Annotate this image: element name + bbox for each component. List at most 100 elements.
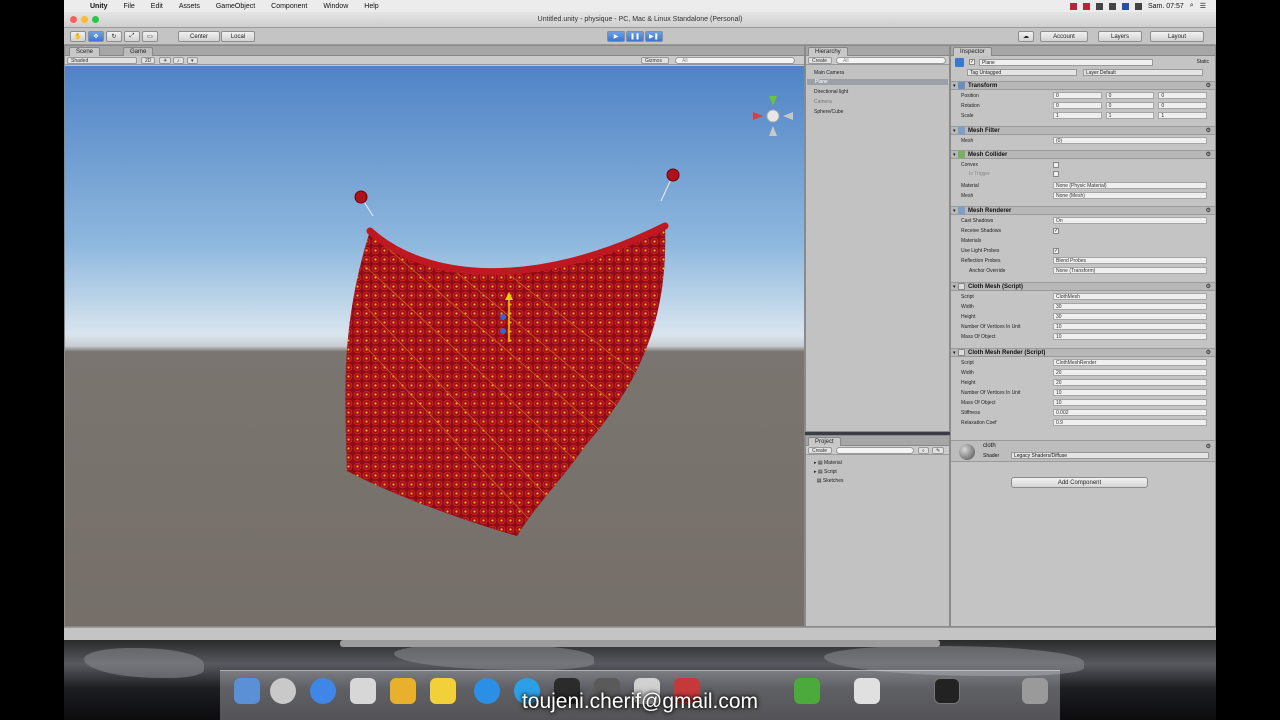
hierarchy-item-main-camera[interactable]: Main Camera	[814, 70, 844, 76]
filter-label-icon[interactable]: ✎	[932, 447, 945, 454]
position-z-field[interactable]: 0	[1158, 92, 1208, 99]
recording-icon[interactable]	[1069, 2, 1077, 10]
hierarchy-item-sphere-cube[interactable]: Sphere/Cube	[814, 109, 843, 115]
rotation-x-field[interactable]: 0	[1053, 102, 1102, 109]
shader-dropdown[interactable]: Legacy Shaders/Diffuse	[1011, 452, 1209, 459]
tab-project[interactable]: Project	[808, 437, 841, 446]
tag-dropdown[interactable]: Tag Untagged	[967, 68, 1077, 76]
anchor-override-field[interactable]: None (Transform)	[1053, 267, 1207, 274]
scale-z-field[interactable]: 1	[1158, 112, 1208, 119]
render-script-field[interactable]: ClothMeshRender	[1053, 359, 1207, 366]
account-dropdown[interactable]: Account	[1040, 31, 1088, 42]
notification-list-icon[interactable]: ☰	[1200, 2, 1206, 10]
tab-game[interactable]: Game	[123, 47, 154, 56]
filter-type-icon[interactable]: ⌕	[918, 447, 929, 454]
orientation-gizmo[interactable]	[753, 96, 793, 136]
menu-window[interactable]: Window	[315, 3, 356, 10]
scene-search-input[interactable]: All	[675, 57, 795, 64]
rotation-y-field[interactable]: 0	[1105, 102, 1155, 109]
mesh-filter-header[interactable]: ▾ Mesh Filter ⚙	[951, 126, 1215, 135]
collapse-arrow-icon[interactable]: ▾	[951, 208, 958, 214]
wifi-icon[interactable]	[1108, 2, 1116, 10]
collider-mesh-field[interactable]: None (Mesh)	[1053, 192, 1207, 199]
render-vertex-field[interactable]: 10	[1053, 389, 1207, 396]
material-header[interactable]: cloth Shader Legacy Shaders/Diffuse ⚙	[951, 440, 1215, 462]
tab-hierarchy[interactable]: Hierarchy	[808, 47, 848, 56]
move-tool-button[interactable]: ✥	[88, 31, 104, 42]
gear-icon[interactable]: ⚙	[1206, 127, 1211, 134]
cloth-mesh-render-header[interactable]: ▾ Cloth Mesh Render (Script) ⚙	[951, 348, 1215, 357]
rotation-z-field[interactable]: 0	[1158, 102, 1208, 109]
hierarchy-item-directional-light[interactable]: Directional light	[814, 89, 848, 95]
bluetooth-icon[interactable]	[1095, 2, 1103, 10]
hierarchy-search-input[interactable]: All	[836, 57, 946, 64]
project-search-input[interactable]	[836, 447, 914, 454]
menu-edit[interactable]: Edit	[143, 3, 171, 10]
project-folder-sketches[interactable]: ▤ Sketches	[814, 478, 844, 484]
left-anchor-point[interactable]	[354, 190, 368, 204]
position-y-field[interactable]: 0	[1105, 92, 1155, 99]
scene-viewport[interactable]	[65, 66, 804, 626]
gear-icon[interactable]: ⚙	[1206, 207, 1211, 214]
hierarchy-item-camera[interactable]: Camera	[814, 99, 832, 105]
gear-icon[interactable]: ⚙	[1206, 151, 1211, 158]
2d-toggle[interactable]: 2D	[141, 57, 156, 64]
layer-dropdown[interactable]: Layer Default	[1083, 68, 1203, 76]
hierarchy-item-plane[interactable]: Plane	[807, 79, 948, 85]
app-status-icon[interactable]	[1082, 2, 1090, 10]
collapse-arrow-icon[interactable]: ▾	[951, 152, 958, 158]
gizmos-dropdown[interactable]: Gizmos	[641, 57, 669, 64]
object-name-field[interactable]: Plane	[979, 58, 1153, 66]
menu-assets[interactable]: Assets	[171, 3, 208, 10]
menu-app-name[interactable]: Unity	[82, 3, 116, 10]
space-local-toggle[interactable]: Local	[221, 31, 255, 42]
effects-dropdown-icon[interactable]: ▾	[187, 57, 198, 64]
lighting-toggle-icon[interactable]: ☀	[159, 57, 172, 64]
gear-icon[interactable]: ⚙	[1206, 283, 1211, 290]
menu-gameobject[interactable]: GameObject	[208, 3, 263, 10]
mesh-field[interactable]: (0)	[1053, 137, 1207, 144]
hand-tool-button[interactable]: ✋	[70, 31, 86, 42]
transform-header[interactable]: ▾ Transform ⚙	[951, 81, 1215, 90]
scale-y-field[interactable]: 1	[1105, 112, 1155, 119]
active-checkbox[interactable]: ✓	[969, 59, 975, 65]
shading-mode-dropdown[interactable]: Shaded	[67, 57, 137, 64]
position-x-field[interactable]: 0	[1053, 92, 1102, 99]
menu-clock[interactable]: Sam. 07:57	[1148, 3, 1184, 10]
project-folder-script[interactable]: ▸ ▤ Script	[814, 469, 837, 475]
render-mass-field[interactable]: 10	[1053, 399, 1207, 406]
layers-dropdown[interactable]: Layers	[1098, 31, 1142, 42]
mesh-collider-header[interactable]: ▾ Mesh Collider ⚙	[951, 150, 1215, 159]
project-create-dropdown[interactable]: Create	[808, 447, 832, 454]
render-width-field[interactable]: 20	[1053, 369, 1207, 376]
tab-scene[interactable]: Scene	[69, 47, 101, 56]
mesh-renderer-header[interactable]: ▾ Mesh Renderer ⚙	[951, 206, 1215, 215]
collapse-arrow-icon[interactable]: ▾	[951, 128, 958, 134]
gear-icon[interactable]: ⚙	[1206, 82, 1211, 89]
render-stiffness-field[interactable]: 0.002	[1053, 409, 1207, 416]
cloth-mesh-height-field[interactable]: 30	[1053, 313, 1207, 320]
cast-shadows-dropdown[interactable]: On	[1053, 217, 1207, 224]
layout-dropdown[interactable]: Layout	[1150, 31, 1204, 42]
rect-tool-button[interactable]: ▭	[142, 31, 158, 42]
is-trigger-checkbox[interactable]	[1053, 171, 1059, 177]
cloth-mesh-width-field[interactable]: 30	[1053, 303, 1207, 310]
tab-inspector[interactable]: Inspector	[953, 47, 992, 56]
scale-x-field[interactable]: 1	[1053, 112, 1102, 119]
horizontal-scrollbar[interactable]	[340, 640, 940, 647]
light-probes-checkbox[interactable]: ✓	[1053, 248, 1059, 254]
flag-icon[interactable]	[1121, 2, 1129, 10]
gear-icon[interactable]: ⚙	[1206, 349, 1211, 356]
step-button[interactable]: ▶❚	[645, 31, 663, 42]
right-anchor-point[interactable]	[666, 168, 680, 182]
menu-help[interactable]: Help	[356, 3, 386, 10]
hierarchy-create-dropdown[interactable]: Create	[808, 57, 832, 64]
play-button[interactable]: ▶	[607, 31, 625, 42]
cloth-mesh-vertex-field[interactable]: 10	[1053, 323, 1207, 330]
battery-icon[interactable]	[1134, 2, 1142, 10]
cloth-mesh-script-field[interactable]: ClothMesh	[1053, 293, 1207, 300]
add-component-button[interactable]: Add Component	[1011, 477, 1148, 488]
collapse-arrow-icon[interactable]: ▾	[951, 284, 958, 290]
render-relaxation-field[interactable]: 0.9	[1053, 419, 1207, 426]
menu-component[interactable]: Component	[263, 3, 315, 10]
